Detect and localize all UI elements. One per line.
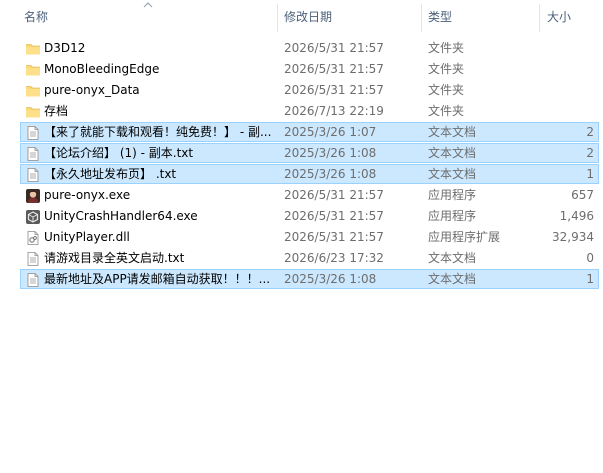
file-name: 【永久地址发布页】 .txt — [44, 167, 177, 181]
file-name: MonoBleedingEdge — [44, 62, 160, 76]
folder-icon — [25, 104, 41, 120]
file-type: 文件夹 — [428, 41, 465, 55]
file-size: 2 — [586, 125, 594, 139]
file-row[interactable]: UnityPlayer.dll 2026/5/31 21:57 应用程序扩展 32,9… — [20, 227, 599, 247]
column-divider[interactable] — [421, 4, 422, 32]
file-date: 2026/5/31 21:57 — [284, 230, 384, 244]
file-name: pure-onyx.exe — [44, 188, 131, 202]
folder-icon — [25, 83, 41, 99]
text-file-icon — [25, 146, 41, 162]
column-header-date-label: 修改日期 — [284, 10, 333, 24]
column-header-name-label: 名称 — [24, 10, 49, 24]
file-date: 2026/6/23 17:32 — [284, 251, 384, 265]
file-type: 文件夹 — [428, 104, 465, 118]
file-size: 1 — [586, 272, 594, 286]
file-size: 657 — [571, 188, 594, 202]
text-file-icon — [25, 272, 41, 288]
file-date: 2026/5/31 21:57 — [284, 188, 384, 202]
unity-exe-icon — [25, 209, 41, 225]
file-type: 文本文档 — [428, 272, 477, 286]
file-row[interactable]: pure-onyx_Data 2026/5/31 21:57 文件夹 — [20, 80, 599, 100]
file-type: 应用程序扩展 — [428, 230, 501, 244]
file-row[interactable]: 【论坛介绍】 (1) - 副本.txt 2025/3/26 1:08 文本文档 2 — [20, 143, 599, 163]
folder-icon — [25, 62, 41, 78]
file-type: 应用程序 — [428, 188, 477, 202]
column-header-type-label: 类型 — [428, 10, 453, 24]
file-date: 2026/7/13 22:19 — [284, 104, 384, 118]
file-date: 2026/5/31 21:57 — [284, 41, 384, 55]
file-name: 存档 — [44, 104, 69, 118]
file-name: 请游戏目录全英文启动.txt — [44, 251, 185, 265]
file-size: 32,934 — [552, 230, 594, 244]
column-header-type[interactable]: 类型 — [428, 0, 452, 34]
column-header-size[interactable]: 大小 — [547, 0, 571, 34]
file-date: 2026/5/31 21:57 — [284, 62, 384, 76]
game-exe-icon — [25, 188, 41, 204]
dll-file-icon — [25, 230, 41, 246]
file-type: 文件夹 — [428, 83, 465, 97]
file-type: 应用程序 — [428, 209, 477, 223]
file-row[interactable]: pure-onyx.exe 2026/5/31 21:57 应用程序 657 — [20, 185, 599, 205]
file-type: 文本文档 — [428, 167, 477, 181]
folder-icon — [25, 41, 41, 57]
file-row[interactable]: 最新地址及APP请发邮箱自动获取！！！... 2025/3/26 1:08 文本文档… — [20, 269, 599, 289]
file-date: 2026/5/31 21:57 — [284, 83, 384, 97]
column-divider[interactable] — [277, 4, 278, 32]
file-row[interactable]: D3D12 2026/5/31 21:57 文件夹 — [20, 38, 599, 58]
file-name: 【论坛介绍】 (1) - 副本.txt — [44, 146, 194, 160]
file-row[interactable]: UnityCrashHandler64.exe 2026/5/31 21:57 应用… — [20, 206, 599, 226]
file-date: 2025/3/26 1:08 — [284, 272, 377, 286]
file-date: 2026/5/31 21:57 — [284, 209, 384, 223]
file-name: 最新地址及APP请发邮箱自动获取！！！... — [44, 272, 271, 286]
file-date: 2025/3/26 1:08 — [284, 167, 377, 181]
column-header-date[interactable]: 修改日期 — [284, 0, 332, 34]
file-row[interactable]: 存档 2026/7/13 22:19 文件夹 — [20, 101, 599, 121]
file-name: D3D12 — [44, 41, 86, 55]
file-name: 【来了就能下载和观看！纯免费！】 - 副... — [44, 125, 272, 139]
column-header-size-label: 大小 — [547, 10, 572, 24]
file-size: 0 — [586, 251, 594, 265]
text-file-icon — [25, 167, 41, 183]
file-size: 1 — [586, 167, 594, 181]
file-type: 文本文档 — [428, 125, 477, 139]
column-header-name[interactable]: 名称 — [24, 0, 48, 34]
column-divider[interactable] — [539, 4, 540, 32]
file-type: 文本文档 — [428, 251, 477, 265]
file-size: 2 — [586, 146, 594, 160]
file-name: UnityPlayer.dll — [44, 230, 130, 244]
file-type: 文件夹 — [428, 62, 465, 76]
file-name: UnityCrashHandler64.exe — [44, 209, 198, 223]
text-file-icon — [25, 251, 41, 267]
file-row[interactable]: MonoBleedingEdge 2026/5/31 21:57 文件夹 — [20, 59, 599, 79]
text-file-icon — [25, 125, 41, 141]
file-date: 2025/3/26 1:07 — [284, 125, 377, 139]
sort-ascending-icon — [143, 2, 153, 8]
file-row[interactable]: 【永久地址发布页】 .txt 2025/3/26 1:08 文本文档 1 — [20, 164, 599, 184]
file-row[interactable]: 请游戏目录全英文启动.txt 2026/6/23 17:32 文本文档 0 — [20, 248, 599, 268]
file-type: 文本文档 — [428, 146, 477, 160]
file-row[interactable]: 【来了就能下载和观看！纯免费！】 - 副... 2025/3/26 1:07 文本文… — [20, 122, 599, 142]
file-name: pure-onyx_Data — [44, 83, 140, 97]
file-size: 1,496 — [559, 209, 594, 223]
column-header-bar: 名称 修改日期 类型 大小 — [0, 0, 603, 34]
file-date: 2025/3/26 1:08 — [284, 146, 377, 160]
